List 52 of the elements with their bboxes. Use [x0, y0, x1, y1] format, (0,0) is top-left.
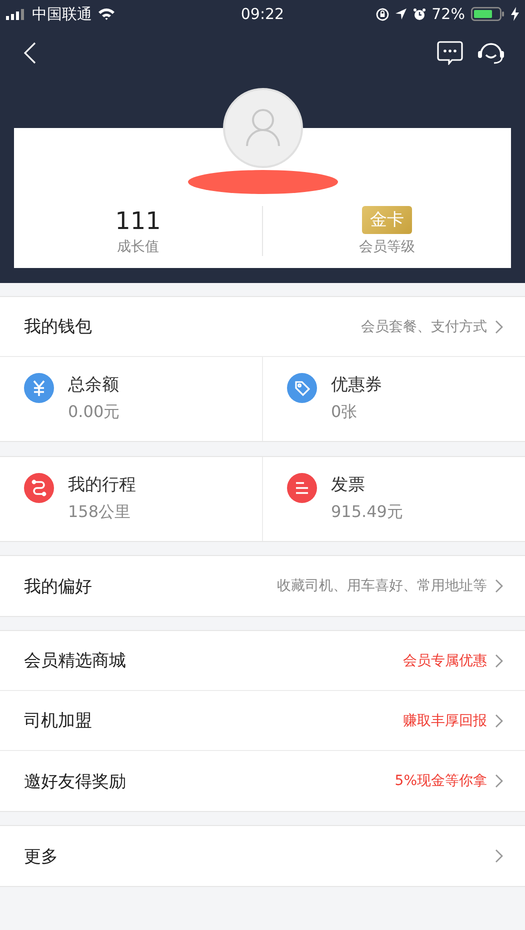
- summary-tile[interactable]: 总余额 0.00元: [0, 357, 262, 441]
- row-title: 邀好友得奖励: [24, 770, 127, 792]
- customer-service-button[interactable]: [477, 41, 505, 65]
- menu-row[interactable]: 会员精选商城 会员专属优惠: [0, 631, 525, 691]
- message-button[interactable]: [437, 41, 463, 65]
- tile-value: 0.00元: [68, 402, 120, 423]
- tile-value: 0张: [331, 402, 358, 423]
- menu-row[interactable]: 我的偏好 收藏司机、用车喜好、常用地址等: [0, 556, 525, 616]
- menu-row[interactable]: 邀好友得奖励 5%现金等你拿: [0, 751, 525, 811]
- chevron-icon: [495, 654, 503, 668]
- tile-title: 发票: [331, 474, 366, 496]
- menu-row[interactable]: 司机加盟 赚取丰厚回报: [0, 691, 525, 751]
- tile-title: 优惠券: [331, 374, 382, 396]
- growth-value: 111: [115, 206, 161, 236]
- avatar-icon: [222, 88, 302, 168]
- summary-tile[interactable]: 我的行程 158公里: [0, 457, 262, 541]
- menu-row[interactable]: 更多: [0, 826, 525, 886]
- summary-tile[interactable]: 发票 915.49元: [262, 457, 525, 541]
- wifi-icon: [98, 8, 115, 20]
- row-title: 更多: [24, 846, 59, 868]
- stat-label: 成长值: [117, 238, 159, 256]
- row-title: 我的偏好: [24, 576, 93, 598]
- row-title: 我的钱包: [24, 316, 93, 338]
- stat-label: 会员等级: [359, 238, 415, 256]
- row-title: 司机加盟: [24, 710, 93, 732]
- row-detail: 会员套餐、支付方式: [361, 318, 487, 336]
- chevron-icon: [495, 774, 503, 788]
- back-button[interactable]: [24, 42, 36, 64]
- clock-time: 09:22: [240, 5, 284, 23]
- row-detail: 5%现金等你拿: [394, 772, 487, 790]
- row-detail: 收藏司机、用车喜好、常用地址等: [277, 577, 487, 595]
- chevron-icon: [495, 849, 503, 863]
- tile-value: 158公里: [68, 502, 132, 523]
- chevron-icon: [495, 714, 503, 728]
- signal-icon: [6, 8, 26, 20]
- chevron-icon: [495, 320, 503, 334]
- battery-icon: [470, 7, 505, 21]
- rotation-lock-icon: [376, 8, 389, 20]
- membership-badge: 金卡: [362, 206, 412, 234]
- carrier-name: 中国联通: [32, 4, 92, 24]
- tile-title: 我的行程: [68, 474, 136, 496]
- tile-value: 915.49元: [331, 502, 403, 523]
- row-detail: 会员专属优惠: [403, 652, 487, 670]
- location-arrow-icon: [394, 8, 407, 20]
- alarm-clock-icon: [412, 8, 426, 20]
- row-title: 会员精选商城: [24, 650, 127, 672]
- battery-percent: 72%: [432, 5, 465, 23]
- tile-title: 总余额: [68, 374, 120, 396]
- wallet-row[interactable]: 我的钱包 会员套餐、支付方式: [0, 297, 525, 357]
- charging-bolt-icon: [510, 7, 519, 21]
- chevron-icon: [495, 579, 503, 593]
- row-detail: 赚取丰厚回报: [403, 712, 487, 730]
